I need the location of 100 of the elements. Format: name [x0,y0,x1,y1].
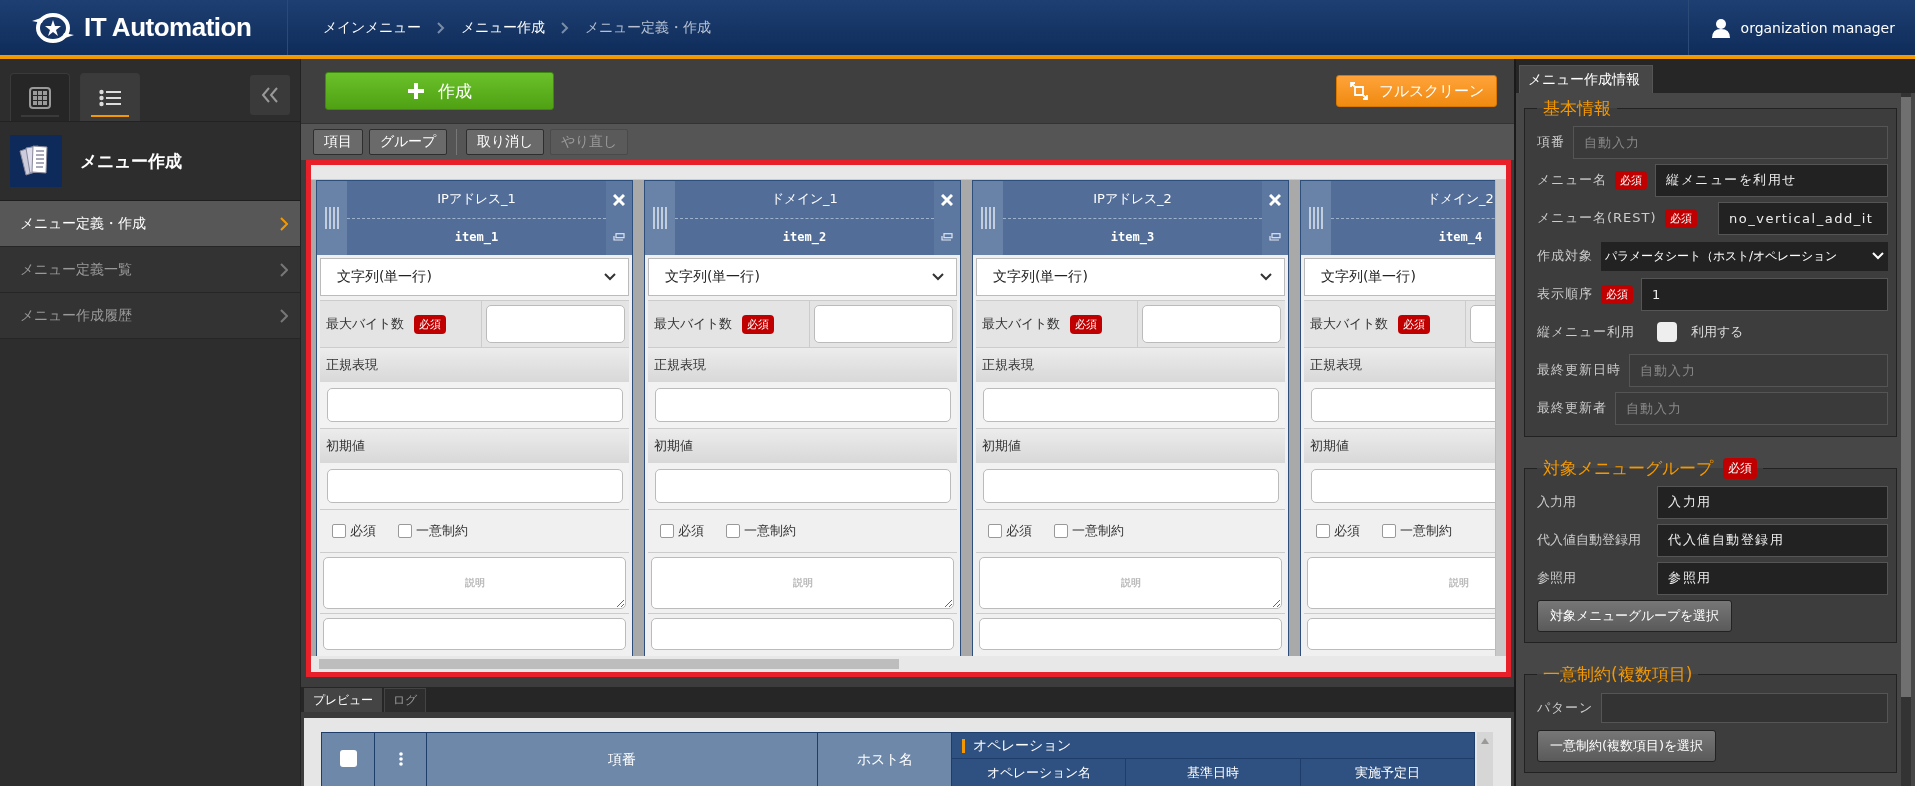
chevron-icon [437,21,445,34]
sidebar-item[interactable]: メニュー定義・作成 [0,201,300,247]
editor-button[interactable]: 取り消し [466,129,544,155]
input-field[interactable]: 代入値自動登録用 [1657,523,1888,557]
checkbox[interactable] [339,750,357,767]
type-select[interactable]: 文字列(単一行) [1304,258,1495,296]
panel-tab[interactable]: ログ [384,688,426,712]
input-field[interactable] [983,388,1279,422]
field-label: 最大バイト数 [982,315,1060,333]
breadcrumb-link[interactable]: メインメニュー [323,18,421,37]
drag-handle[interactable] [645,181,675,255]
type-select[interactable]: 文字列(単一行) [648,258,957,296]
input-field[interactable] [327,469,623,503]
input-field[interactable] [651,618,954,650]
drag-handle[interactable] [973,181,1003,255]
scrollbar[interactable] [311,656,1506,672]
input-field[interactable]: 入力用 [1657,485,1888,519]
checkbox-label: 一意制約 [416,522,468,540]
field-label: 最終更新日時 [1537,361,1621,379]
copy-icon [613,232,625,241]
drag-handle[interactable] [317,181,347,255]
sidebar-item[interactable]: メニュー作成履歴 [0,293,300,339]
column-header: 実施予定日 [1354,765,1420,780]
breadcrumb-link[interactable]: メニュー定義・作成 [585,18,711,37]
checkbox[interactable] [726,524,740,538]
target-select[interactable]: パラメータシート（ホスト/オペレーション [1601,241,1888,271]
up-arrow-icon[interactable] [1481,738,1490,744]
input-field[interactable] [814,305,953,343]
more-icon[interactable] [398,751,403,766]
checkbox[interactable] [332,524,346,538]
drag-handle[interactable] [1301,181,1331,255]
input-field[interactable]: 参照用 [1657,561,1888,595]
description-field[interactable]: 説明 [323,557,626,609]
type-select[interactable]: 文字列(単一行) [976,258,1285,296]
checkbox[interactable] [1316,524,1330,538]
description-field[interactable]: 説明 [1307,557,1495,609]
input-field[interactable]: 1 [1641,277,1888,311]
input-field[interactable]: 自動入力 [1615,391,1888,425]
view-tab[interactable] [80,73,140,121]
input-field[interactable] [323,618,626,650]
panel-tab[interactable]: プレビュー [304,688,382,712]
checkbox[interactable] [1054,524,1068,538]
scrollbar[interactable] [1495,180,1506,656]
input-field[interactable]: no_vertical_add_it [1718,201,1888,235]
description-field[interactable]: 説明 [651,557,954,609]
sidebar-item[interactable]: メニュー定義一覧 [0,247,300,293]
editor-button[interactable]: 項目 [313,129,363,155]
checkbox[interactable] [1382,524,1396,538]
input-field[interactable]: 自動入力 [1573,125,1888,159]
select-group-button[interactable]: 対象メニューグループを選択 [1537,600,1732,632]
editor-button[interactable]: グループ [369,129,447,155]
scrollbar[interactable] [1477,732,1493,786]
type-select[interactable]: 文字列(単一行) [320,258,629,296]
group-header: オペレーション [973,736,1071,753]
checkbox[interactable] [398,524,412,538]
input-field[interactable] [979,618,1282,650]
required-badge: 必須 [414,314,446,334]
close-icon [1269,193,1281,206]
user-icon [1710,17,1731,38]
field-label: 参照用 [1537,569,1577,587]
field-label: 初期値 [654,437,693,455]
section-title: 対象メニューグループ [1543,457,1713,480]
checkbox-label: 必須 [1006,522,1032,540]
input-field[interactable]: 自動入力 [1629,353,1888,387]
input-field[interactable] [655,469,951,503]
input-field[interactable]: 縦メニューを利用せ [1655,163,1888,197]
checkbox[interactable] [1657,322,1677,342]
close-icon [941,193,953,206]
input-field[interactable] [327,388,623,422]
rest-name[interactable]: item_1 [347,218,606,255]
input-field[interactable] [1142,305,1281,343]
scrollbar[interactable] [1901,93,1911,786]
description-field[interactable]: 説明 [979,557,1282,609]
checkbox[interactable] [988,524,1002,538]
collapse-button[interactable] [250,75,290,115]
double-chevron-icon [261,87,279,103]
checkbox-label: 必須 [678,522,704,540]
user-name[interactable]: organization manager [1740,19,1895,36]
input-field[interactable] [983,469,1279,503]
list-icon [99,88,121,107]
logo-text: IT Automation [84,12,252,43]
grip-icon [1309,207,1323,229]
rest-name[interactable]: item_3 [1003,218,1262,255]
checkbox-label: 必須 [350,522,376,540]
documents-icon [10,135,62,187]
select-pattern-button[interactable]: 一意制約(複数項目)を選択 [1537,730,1717,762]
rest-name[interactable]: item_2 [675,218,934,255]
copy-icon [1269,232,1281,241]
checkbox[interactable] [660,524,674,538]
required-badge: 必須 [1664,208,1697,228]
required-badge: 必須 [1070,314,1102,334]
create-button[interactable]: 作成 [325,72,554,110]
breadcrumb-link[interactable]: メニュー作成 [461,18,545,37]
required-badge: 必須 [1723,458,1757,479]
input-field[interactable] [486,305,625,343]
input-field[interactable] [655,388,951,422]
input-field[interactable] [1601,693,1888,723]
view-tab[interactable] [10,73,70,121]
rest-name[interactable]: item_4 [1331,218,1495,255]
panel-tab[interactable]: メニュー作成情報 [1519,65,1653,93]
